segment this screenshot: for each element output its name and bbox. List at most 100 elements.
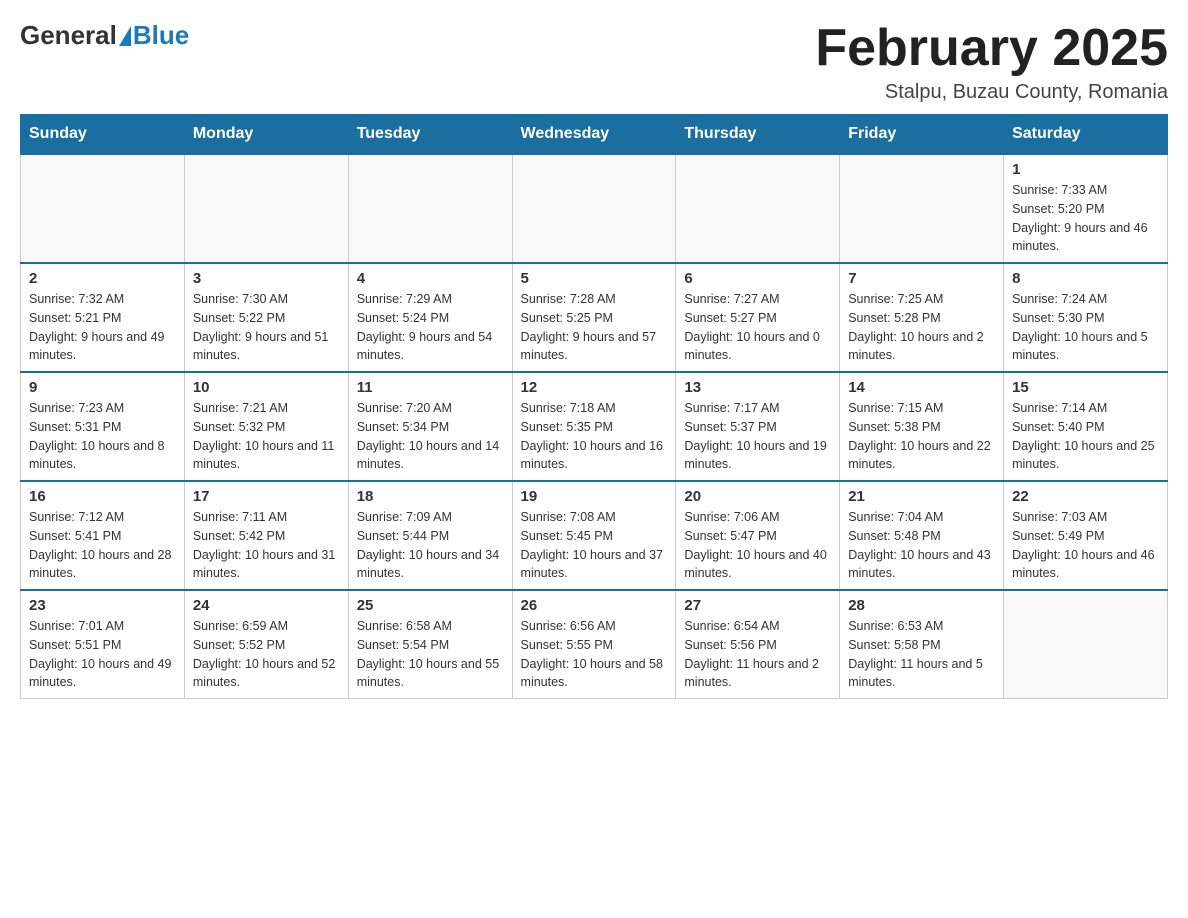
logo-triangle-icon bbox=[119, 26, 131, 46]
calendar-cell: 19Sunrise: 7:08 AMSunset: 5:45 PMDayligh… bbox=[512, 481, 676, 590]
day-info: Sunrise: 7:17 AMSunset: 5:37 PMDaylight:… bbox=[684, 399, 831, 474]
day-info: Sunrise: 7:08 AMSunset: 5:45 PMDaylight:… bbox=[521, 508, 668, 583]
day-number: 23 bbox=[29, 597, 176, 614]
calendar-cell bbox=[184, 154, 348, 263]
calendar-week-row: 9 Sunrise: 7:23 AMSunset: 5:31 PMDaylight… bbox=[21, 372, 1168, 481]
column-header-thursday: Thursday bbox=[676, 115, 840, 155]
day-number: 3 bbox=[193, 270, 340, 287]
day-number: 6 bbox=[684, 270, 831, 287]
calendar-cell: 21 Sunrise: 7:04 AMSunset: 5:48 PMDayligh… bbox=[840, 481, 1004, 590]
day-number: 2 bbox=[29, 270, 176, 287]
day-number: 10 bbox=[193, 379, 340, 396]
day-info: Sunrise: 7:14 AMSunset: 5:40 PMDaylight:… bbox=[1012, 399, 1159, 474]
day-info: Sunrise: 7:09 AMSunset: 5:44 PMDaylight:… bbox=[357, 508, 504, 583]
calendar-cell: 27Sunrise: 6:54 AMSunset: 5:56 PMDayligh… bbox=[676, 590, 840, 699]
day-number: 17 bbox=[193, 488, 340, 505]
day-info: Sunrise: 7:06 AMSunset: 5:47 PMDaylight:… bbox=[684, 508, 831, 583]
day-info: Sunrise: 7:23 AMSunset: 5:31 PMDaylight:… bbox=[29, 399, 176, 474]
day-number: 15 bbox=[1012, 379, 1159, 396]
day-info: Sunrise: 6:59 AMSunset: 5:52 PMDaylight:… bbox=[193, 617, 340, 692]
calendar-cell: 25 Sunrise: 6:58 AMSunset: 5:54 PMDayligh… bbox=[348, 590, 512, 699]
calendar-cell: 17 Sunrise: 7:11 AMSunset: 5:42 PMDayligh… bbox=[184, 481, 348, 590]
day-info: Sunrise: 7:33 AMSunset: 5:20 PMDaylight:… bbox=[1012, 181, 1159, 256]
calendar-cell: 12 Sunrise: 7:18 AMSunset: 5:35 PMDayligh… bbox=[512, 372, 676, 481]
day-number: 4 bbox=[357, 270, 504, 287]
day-info: Sunrise: 7:29 AMSunset: 5:24 PMDaylight:… bbox=[357, 290, 504, 365]
day-info: Sunrise: 7:27 AMSunset: 5:27 PMDaylight:… bbox=[684, 290, 831, 365]
calendar-cell: 10 Sunrise: 7:21 AMSunset: 5:32 PMDayligh… bbox=[184, 372, 348, 481]
calendar-week-row: 2Sunrise: 7:32 AMSunset: 5:21 PMDaylight… bbox=[21, 263, 1168, 372]
day-number: 8 bbox=[1012, 270, 1159, 287]
day-info: Sunrise: 7:21 AMSunset: 5:32 PMDaylight:… bbox=[193, 399, 340, 474]
day-info: Sunrise: 7:24 AMSunset: 5:30 PMDaylight:… bbox=[1012, 290, 1159, 365]
day-number: 28 bbox=[848, 597, 995, 614]
calendar-cell: 4 Sunrise: 7:29 AMSunset: 5:24 PMDaylight… bbox=[348, 263, 512, 372]
logo-blue-text: Blue bbox=[133, 20, 189, 51]
day-number: 13 bbox=[684, 379, 831, 396]
calendar-cell: 8 Sunrise: 7:24 AMSunset: 5:30 PMDaylight… bbox=[1004, 263, 1168, 372]
column-header-friday: Friday bbox=[840, 115, 1004, 155]
calendar-cell: 11Sunrise: 7:20 AMSunset: 5:34 PMDayligh… bbox=[348, 372, 512, 481]
day-info: Sunrise: 7:25 AMSunset: 5:28 PMDaylight:… bbox=[848, 290, 995, 365]
day-info: Sunrise: 7:01 AMSunset: 5:51 PMDaylight:… bbox=[29, 617, 176, 692]
page-header: General Blue February 2025 Stalpu, Buzau… bbox=[20, 20, 1168, 104]
calendar-cell: 15 Sunrise: 7:14 AMSunset: 5:40 PMDayligh… bbox=[1004, 372, 1168, 481]
calendar-cell: 23 Sunrise: 7:01 AMSunset: 5:51 PMDayligh… bbox=[21, 590, 185, 699]
calendar-cell: 13 Sunrise: 7:17 AMSunset: 5:37 PMDayligh… bbox=[676, 372, 840, 481]
day-info: Sunrise: 6:58 AMSunset: 5:54 PMDaylight:… bbox=[357, 617, 504, 692]
calendar-cell bbox=[840, 154, 1004, 263]
day-number: 22 bbox=[1012, 488, 1159, 505]
calendar-cell: 18 Sunrise: 7:09 AMSunset: 5:44 PMDayligh… bbox=[348, 481, 512, 590]
day-info: Sunrise: 6:53 AMSunset: 5:58 PMDaylight:… bbox=[848, 617, 995, 692]
day-number: 16 bbox=[29, 488, 176, 505]
day-info: Sunrise: 7:11 AMSunset: 5:42 PMDaylight:… bbox=[193, 508, 340, 583]
day-info: Sunrise: 7:12 AMSunset: 5:41 PMDaylight:… bbox=[29, 508, 176, 583]
calendar-cell: 28 Sunrise: 6:53 AMSunset: 5:58 PMDayligh… bbox=[840, 590, 1004, 699]
calendar-cell: 22 Sunrise: 7:03 AMSunset: 5:49 PMDayligh… bbox=[1004, 481, 1168, 590]
calendar-cell: 16 Sunrise: 7:12 AMSunset: 5:41 PMDayligh… bbox=[21, 481, 185, 590]
calendar-cell: 1 Sunrise: 7:33 AMSunset: 5:20 PMDaylight… bbox=[1004, 154, 1168, 263]
column-header-monday: Monday bbox=[184, 115, 348, 155]
calendar-cell: 9 Sunrise: 7:23 AMSunset: 5:31 PMDaylight… bbox=[21, 372, 185, 481]
calendar-cell: 7Sunrise: 7:25 AMSunset: 5:28 PMDaylight… bbox=[840, 263, 1004, 372]
day-number: 27 bbox=[684, 597, 831, 614]
calendar-header-row: SundayMondayTuesdayWednesdayThursdayFrid… bbox=[21, 115, 1168, 155]
day-number: 14 bbox=[848, 379, 995, 396]
day-number: 9 bbox=[29, 379, 176, 396]
calendar-week-row: 16 Sunrise: 7:12 AMSunset: 5:41 PMDayligh… bbox=[21, 481, 1168, 590]
day-info: Sunrise: 7:04 AMSunset: 5:48 PMDaylight:… bbox=[848, 508, 995, 583]
location-text: Stalpu, Buzau County, Romania bbox=[815, 81, 1168, 104]
calendar-cell: 24Sunrise: 6:59 AMSunset: 5:52 PMDayligh… bbox=[184, 590, 348, 699]
column-header-tuesday: Tuesday bbox=[348, 115, 512, 155]
calendar-cell: 20 Sunrise: 7:06 AMSunset: 5:47 PMDayligh… bbox=[676, 481, 840, 590]
day-info: Sunrise: 7:18 AMSunset: 5:35 PMDaylight:… bbox=[521, 399, 668, 474]
day-number: 12 bbox=[521, 379, 668, 396]
month-title: February 2025 bbox=[815, 20, 1168, 77]
column-header-wednesday: Wednesday bbox=[512, 115, 676, 155]
day-number: 25 bbox=[357, 597, 504, 614]
day-info: Sunrise: 7:03 AMSunset: 5:49 PMDaylight:… bbox=[1012, 508, 1159, 583]
calendar-cell: 6 Sunrise: 7:27 AMSunset: 5:27 PMDaylight… bbox=[676, 263, 840, 372]
day-number: 5 bbox=[521, 270, 668, 287]
day-number: 26 bbox=[521, 597, 668, 614]
calendar-cell bbox=[21, 154, 185, 263]
day-info: Sunrise: 7:15 AMSunset: 5:38 PMDaylight:… bbox=[848, 399, 995, 474]
day-info: Sunrise: 7:30 AMSunset: 5:22 PMDaylight:… bbox=[193, 290, 340, 365]
logo-general-text: General bbox=[20, 20, 117, 51]
logo: General Blue bbox=[20, 20, 189, 51]
day-number: 21 bbox=[848, 488, 995, 505]
column-header-saturday: Saturday bbox=[1004, 115, 1168, 155]
day-number: 20 bbox=[684, 488, 831, 505]
calendar-cell: 14 Sunrise: 7:15 AMSunset: 5:38 PMDayligh… bbox=[840, 372, 1004, 481]
day-number: 1 bbox=[1012, 161, 1159, 178]
calendar-cell: 5 Sunrise: 7:28 AMSunset: 5:25 PMDaylight… bbox=[512, 263, 676, 372]
calendar-table: SundayMondayTuesdayWednesdayThursdayFrid… bbox=[20, 114, 1168, 699]
day-number: 18 bbox=[357, 488, 504, 505]
calendar-cell: 2Sunrise: 7:32 AMSunset: 5:21 PMDaylight… bbox=[21, 263, 185, 372]
day-info: Sunrise: 7:28 AMSunset: 5:25 PMDaylight:… bbox=[521, 290, 668, 365]
calendar-cell bbox=[512, 154, 676, 263]
day-info: Sunrise: 7:20 AMSunset: 5:34 PMDaylight:… bbox=[357, 399, 504, 474]
calendar-week-row: 23 Sunrise: 7:01 AMSunset: 5:51 PMDayligh… bbox=[21, 590, 1168, 699]
calendar-cell bbox=[1004, 590, 1168, 699]
day-info: Sunrise: 6:56 AMSunset: 5:55 PMDaylight:… bbox=[521, 617, 668, 692]
